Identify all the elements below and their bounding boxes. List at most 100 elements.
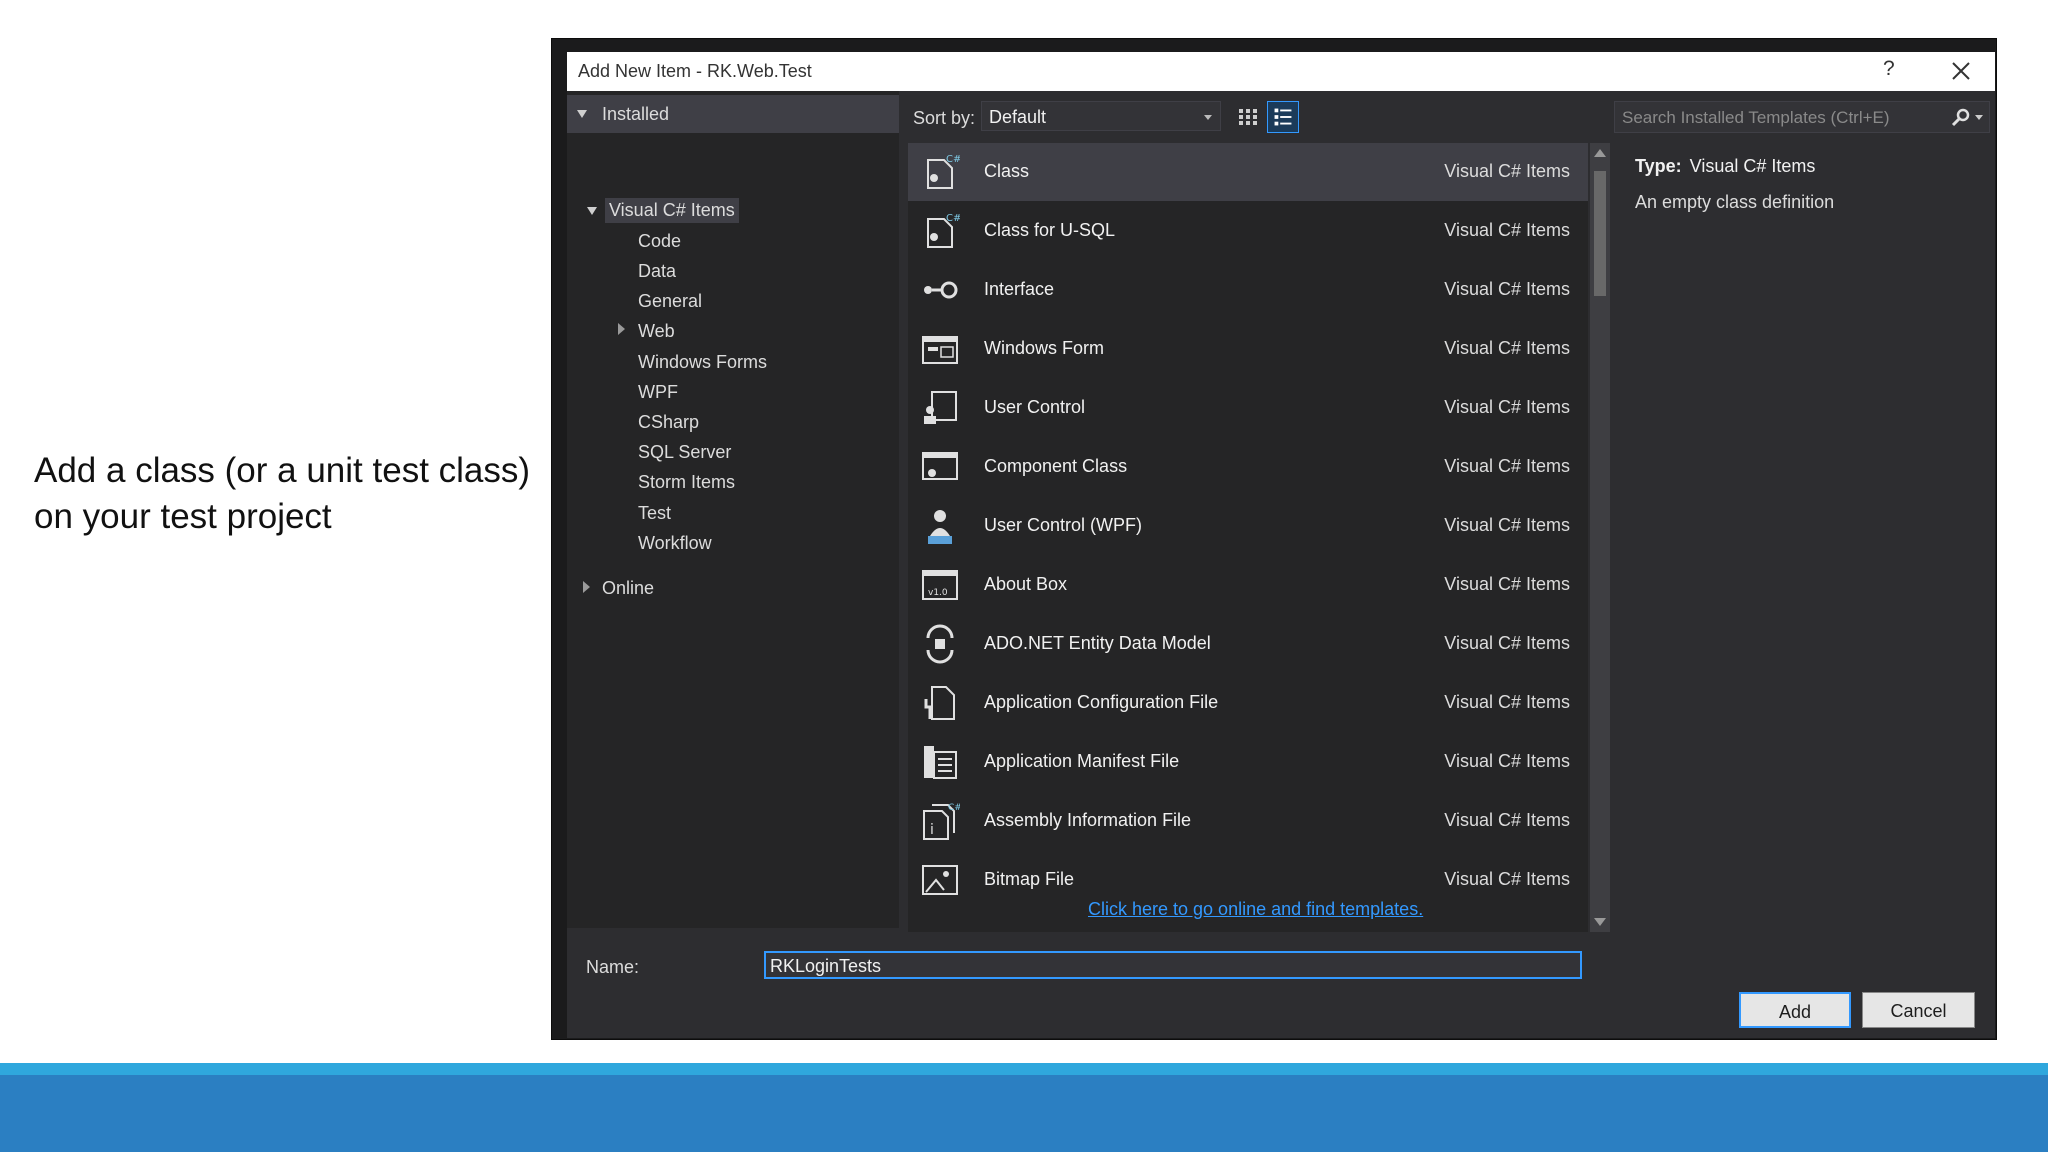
- template-name: Assembly Information File: [984, 810, 1192, 830]
- tree-item-web[interactable]: Web: [638, 321, 675, 342]
- template-item-windows-form[interactable]: Windows Form Visual C# Items: [908, 320, 1588, 378]
- template-category: Visual C# Items: [1444, 515, 1570, 535]
- details-description: An empty class definition: [1635, 192, 1835, 212]
- search-options-arrow-icon[interactable]: [1975, 115, 1983, 120]
- template-item-assembly-info-file[interactable]: i C# Assembly Information File Visual C#…: [908, 792, 1588, 850]
- tree-item-installed[interactable]: Installed: [602, 104, 669, 125]
- template-name: Application Configuration File: [984, 692, 1219, 712]
- template-item-about-box[interactable]: v1.0 About Box Visual C# Items: [908, 556, 1588, 614]
- template-item-class-for-usql[interactable]: C# Class for U-SQL Visual C# Items: [908, 202, 1588, 260]
- cancel-button[interactable]: Cancel: [1862, 992, 1975, 1028]
- tree-item-sql-server[interactable]: SQL Server: [638, 442, 731, 463]
- template-category: Visual C# Items: [1444, 397, 1570, 417]
- name-field[interactable]: RKLoginTests: [764, 951, 1582, 979]
- class-icon: C#: [927, 154, 960, 189]
- svg-text:C#: C#: [946, 213, 960, 224]
- template-category: Visual C# Items: [1444, 633, 1570, 653]
- collapse-icon: [577, 110, 587, 118]
- template-category: Visual C# Items: [1444, 279, 1570, 299]
- svg-text:C#: C#: [948, 803, 960, 813]
- config-file-icon: [924, 686, 955, 720]
- tree-item-windows-forms[interactable]: Windows Forms: [638, 352, 767, 373]
- svg-text:v1.0: v1.0: [928, 588, 948, 598]
- template-category: Visual C# Items: [1444, 456, 1570, 476]
- tree-item-general[interactable]: General: [638, 291, 702, 312]
- search-templates-input[interactable]: Search Installed Templates (Ctrl+E): [1614, 101, 1990, 133]
- template-name: Bitmap File: [984, 869, 1075, 889]
- user-control-wpf-icon: [928, 510, 952, 544]
- slide-accent-band: [0, 1063, 2048, 1075]
- template-name: User Control: [984, 397, 1086, 417]
- windows-form-icon: [922, 336, 958, 364]
- expand-icon[interactable]: [583, 581, 590, 593]
- template-category: Visual C# Items: [1444, 338, 1570, 358]
- svg-text:C#: C#: [946, 154, 960, 165]
- template-name: Class for U-SQL: [984, 220, 1116, 240]
- add-new-item-dialog: Add New Item - RK.Web.Test ? Installed V…: [567, 52, 1995, 1038]
- manifest-file-icon: [924, 746, 957, 779]
- assembly-info-icon: i C#: [923, 803, 960, 840]
- template-name: User Control (WPF): [984, 515, 1143, 535]
- template-item-user-control[interactable]: User Control Visual C# Items: [908, 379, 1588, 437]
- dialog-title: Add New Item - RK.Web.Test: [578, 61, 812, 81]
- template-category: Visual C# Items: [1444, 220, 1570, 240]
- small-icons-view-icon[interactable]: [1232, 101, 1264, 133]
- tree-item-csharp[interactable]: CSharp: [638, 412, 699, 433]
- title-bar: Add New Item - RK.Web.Test ?: [567, 52, 1995, 91]
- online-templates-link[interactable]: Click here to go online and find templat…: [1088, 899, 1423, 920]
- template-name: Windows Form: [984, 338, 1105, 358]
- template-list: C# Class Visual C# Items C# Class for U-…: [908, 143, 1588, 932]
- user-control-icon: [924, 391, 957, 424]
- add-button[interactable]: Add: [1739, 992, 1851, 1028]
- tree-item-data[interactable]: Data: [638, 261, 676, 282]
- tree-item-visual-csharp-items[interactable]: Visual C# Items: [605, 198, 739, 223]
- template-item-entity-data-model[interactable]: ADO.NET Entity Data Model Visual C# Item…: [908, 615, 1588, 673]
- category-tree: Installed Visual C# Items Code Data Gene…: [567, 91, 899, 928]
- template-item-interface[interactable]: Interface Visual C# Items: [908, 261, 1588, 319]
- entity-data-model-icon: [926, 624, 954, 664]
- about-box-icon: v1.0: [922, 570, 958, 600]
- svg-text:i: i: [930, 822, 934, 838]
- tree-item-workflow[interactable]: Workflow: [638, 533, 712, 554]
- dropdown-arrow-icon: [1204, 115, 1212, 120]
- tree-item-code[interactable]: Code: [638, 231, 681, 252]
- template-category: Visual C# Items: [1444, 810, 1570, 830]
- template-item-app-config-file[interactable]: Application Configuration File Visual C#…: [908, 674, 1588, 732]
- tree-item-wpf[interactable]: WPF: [638, 382, 678, 403]
- details-type-value: Visual C# Items: [1689, 156, 1816, 176]
- class-icon: C#: [927, 213, 960, 248]
- tree-item-online[interactable]: Online: [602, 578, 654, 599]
- template-name: Application Manifest File: [984, 751, 1180, 771]
- template-item-app-manifest-file[interactable]: Application Manifest File Visual C# Item…: [908, 733, 1588, 791]
- expand-icon[interactable]: [618, 323, 625, 335]
- tree-item-storm-items[interactable]: Storm Items: [638, 472, 735, 493]
- search-icon[interactable]: [1951, 108, 1971, 128]
- template-list-scrollbar[interactable]: [1590, 143, 1610, 932]
- sort-by-value: Default: [989, 107, 1047, 127]
- scroll-up-icon[interactable]: [1594, 149, 1606, 157]
- slide-footer-band: [0, 1075, 2048, 1152]
- template-category: Visual C# Items: [1444, 869, 1570, 889]
- collapse-icon[interactable]: [587, 207, 597, 215]
- tree-item-test[interactable]: Test: [638, 503, 671, 524]
- caption-line-2: on your test project: [34, 497, 332, 536]
- template-name: About Box: [984, 574, 1068, 594]
- template-item-component-class[interactable]: Component Class Visual C# Items: [908, 438, 1588, 496]
- scroll-down-icon[interactable]: [1594, 918, 1606, 926]
- sort-by-label: Sort by:: [913, 108, 976, 128]
- tree-header-installed[interactable]: Installed: [567, 95, 899, 133]
- list-view-icon[interactable]: [1267, 101, 1299, 133]
- interface-icon: [924, 281, 958, 299]
- search-placeholder: Search Installed Templates (Ctrl+E): [1622, 108, 1890, 127]
- sort-by-dropdown[interactable]: Default: [981, 101, 1221, 131]
- scrollbar-thumb[interactable]: [1594, 171, 1606, 296]
- template-category: Visual C# Items: [1444, 574, 1570, 594]
- template-category: Visual C# Items: [1444, 751, 1570, 771]
- close-icon[interactable]: [1950, 60, 1972, 82]
- help-button[interactable]: ?: [1883, 57, 1895, 81]
- template-item-class[interactable]: C# Class Visual C# Items: [908, 143, 1588, 201]
- template-item-user-control-wpf[interactable]: User Control (WPF) Visual C# Items: [908, 497, 1588, 555]
- template-category: Visual C# Items: [1444, 161, 1570, 181]
- template-name: Interface: [984, 279, 1055, 299]
- details-type-label: Type:: [1635, 156, 1682, 176]
